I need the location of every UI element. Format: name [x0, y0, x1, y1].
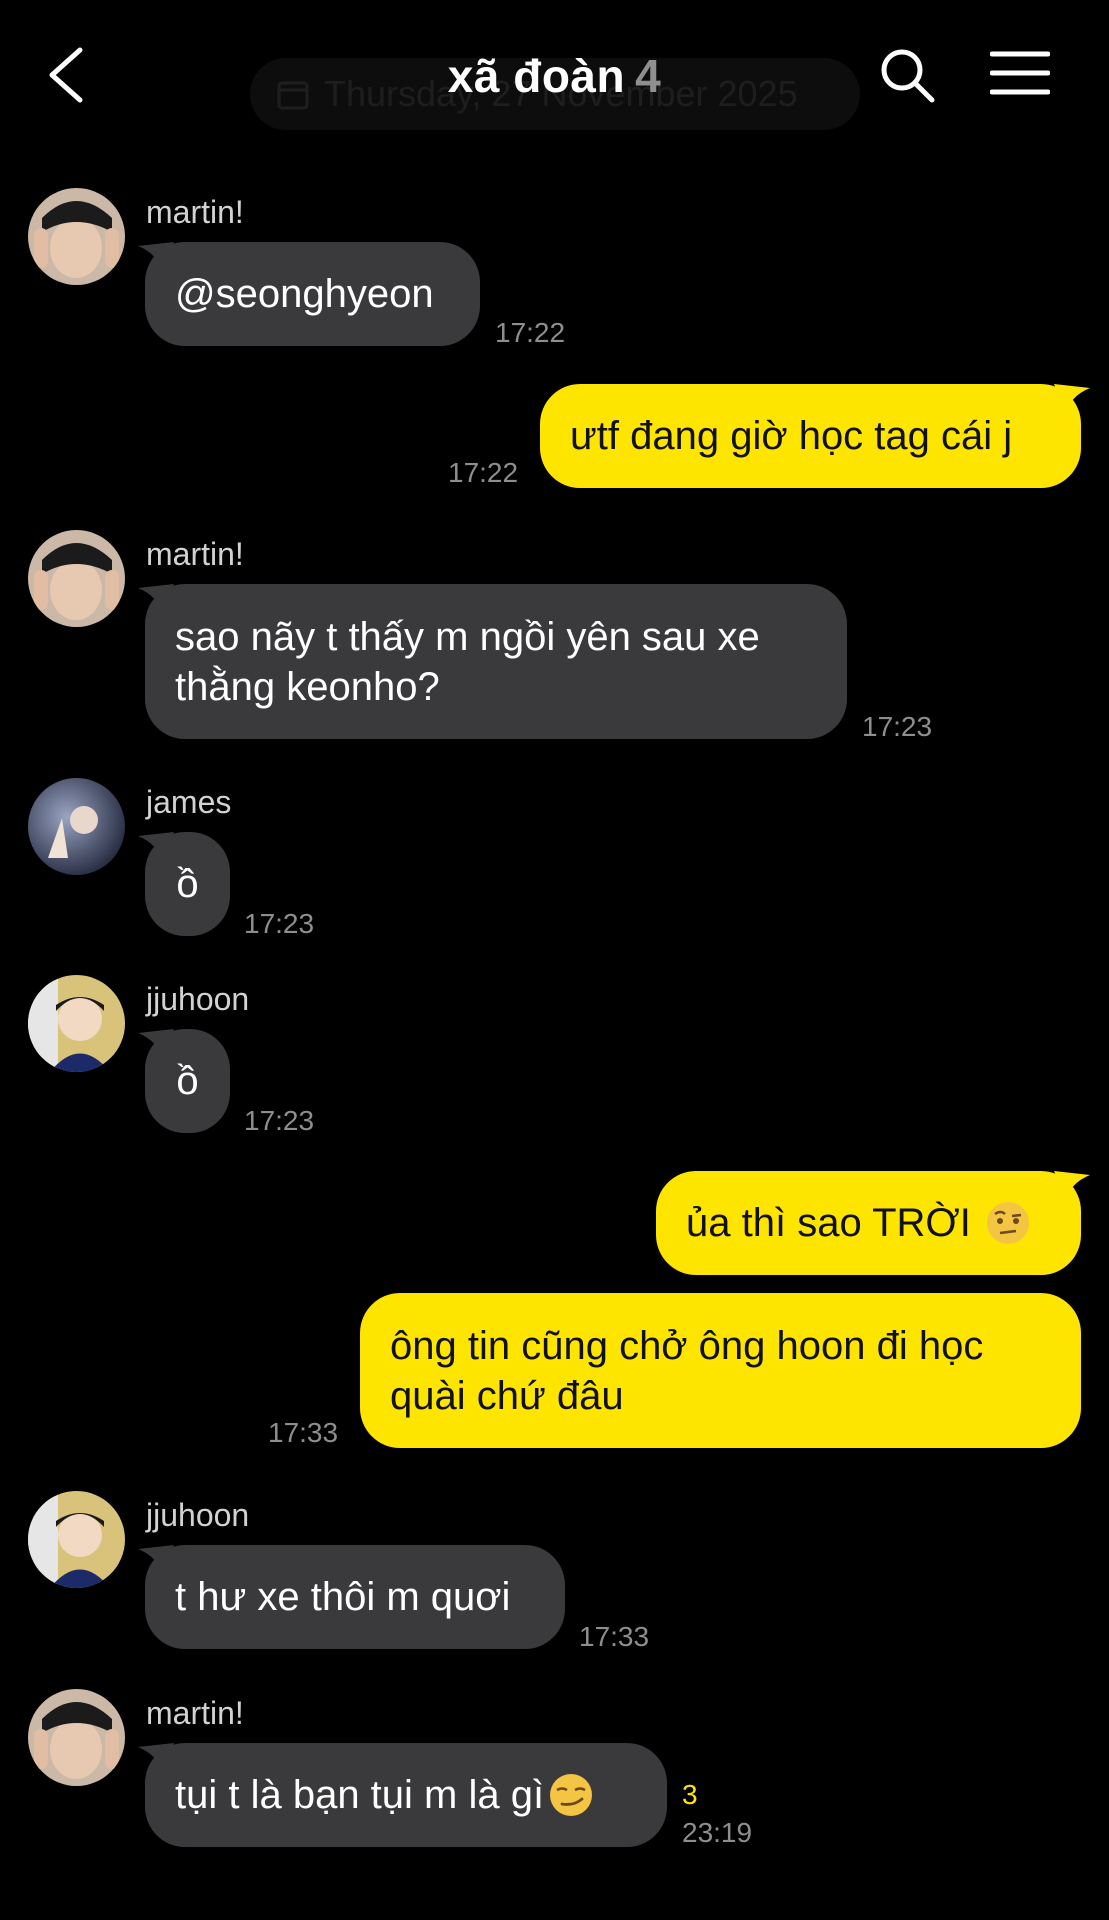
member-count: 4 [635, 50, 662, 102]
message-bubble[interactable]: t hư xe thôi m quơi [145, 1545, 565, 1649]
message-bubble[interactable]: tụi t là bạn tụi m là gì [145, 1743, 667, 1847]
sender-name: james [146, 784, 232, 820]
message-time: 23:19 [682, 1817, 753, 1848]
message-text: ủa thì sao TRỜI [686, 1201, 971, 1245]
sender-name: martin! [146, 194, 244, 230]
message-time: 17:23 [244, 908, 315, 939]
message-time: 17:33 [268, 1417, 339, 1448]
message-time: 17:23 [244, 1105, 315, 1136]
avatar-jjuhoon[interactable] [28, 975, 125, 1072]
sender-name: jjuhoon [146, 1497, 250, 1533]
message-time: 17:33 [579, 1621, 650, 1652]
message-time: 17:22 [448, 457, 519, 488]
avatar-martin[interactable] [28, 530, 125, 627]
sender-name: martin! [146, 536, 244, 572]
avatar-james[interactable] [28, 778, 125, 875]
search-icon[interactable] [878, 46, 936, 104]
message-bubble[interactable]: sao nãy t thấy m ngồi yên sau xe thằng k… [145, 584, 847, 739]
menu-icon[interactable] [990, 50, 1050, 96]
sender-name: martin! [146, 1695, 244, 1731]
message-text: tụi t là bạn tụi m là gì [175, 1773, 545, 1817]
message-bubble[interactable]: ủa thì sao TRỜI [656, 1171, 1081, 1275]
message-bubble[interactable]: ồ [145, 1029, 230, 1133]
smirk-emoji-icon [550, 1774, 593, 1816]
chat-title: xã đoàn 4 [0, 48, 1109, 104]
raised-eyebrow-emoji-icon [986, 1202, 1029, 1244]
unread-count: 3 [682, 1779, 698, 1810]
chat-room-name: xã đoàn [447, 50, 626, 102]
chat-header: Thursday, 27 November 2025 xã đoàn 4 [0, 0, 1109, 150]
message-bubble[interactable]: ồ [145, 832, 230, 936]
avatar-martin[interactable] [28, 188, 125, 285]
message-time: 17:23 [862, 711, 933, 742]
chat-screen: Thursday, 27 November 2025 xã đoàn 4 mart… [0, 0, 1109, 1920]
avatar-martin[interactable] [28, 1689, 125, 1786]
message-time: 17:22 [495, 317, 566, 348]
sender-name: jjuhoon [146, 981, 250, 1017]
avatar-jjuhoon[interactable] [28, 1491, 125, 1588]
message-bubble[interactable]: @seonghyeon [145, 242, 480, 346]
message-bubble[interactable]: ông tin cũng chở ông hoon đi học quài ch… [360, 1293, 1081, 1448]
message-bubble[interactable]: ưtf đang giờ học tag cái j [540, 384, 1081, 488]
